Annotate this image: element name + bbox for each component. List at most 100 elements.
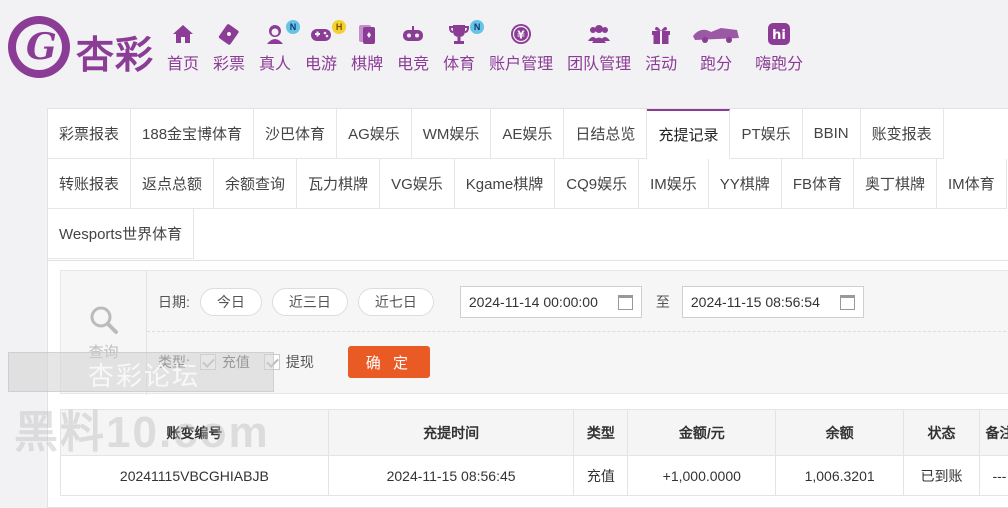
nav-item-account[interactable]: ¥ 账户管理 bbox=[482, 22, 560, 76]
type-withdraw-label: 提现 bbox=[286, 352, 314, 372]
nav-item-esports[interactable]: 电竞 bbox=[390, 22, 436, 76]
end-date-input[interactable]: 2024-11-15 08:56:54 bbox=[682, 286, 864, 318]
nav-item-live[interactable]: N 真人 bbox=[252, 22, 298, 76]
cell-time: 2024-11-15 08:56:45 bbox=[328, 456, 574, 496]
tab-pt-casino[interactable]: PT娱乐 bbox=[730, 109, 802, 159]
query-button[interactable]: 查询 bbox=[61, 271, 147, 395]
site-logo[interactable]: G 杏彩 bbox=[8, 16, 168, 78]
confirm-button[interactable]: 确 定 bbox=[348, 346, 430, 378]
nav-item-activity[interactable]: 活动 bbox=[638, 22, 684, 76]
col-balance: 余额 bbox=[776, 410, 904, 456]
nav-item-home[interactable]: 首页 bbox=[160, 22, 206, 76]
range-7days-button[interactable]: 近七日 bbox=[358, 288, 434, 316]
nav-item-hi-paofen[interactable]: hi 嗨跑分 bbox=[748, 22, 810, 76]
type-deposit-label: 充值 bbox=[222, 352, 250, 372]
gamepad-icon bbox=[309, 22, 333, 46]
nav-item-team[interactable]: 团队管理 bbox=[560, 22, 638, 76]
home-icon bbox=[171, 22, 195, 46]
to-label: 至 bbox=[656, 292, 670, 312]
nav-label: 电游 bbox=[305, 50, 337, 74]
col-amount: 金额/元 bbox=[628, 410, 776, 456]
checkbox-icon bbox=[264, 354, 280, 370]
calendar-icon[interactable] bbox=[618, 295, 633, 310]
nav-item-racing[interactable]: 跑分 bbox=[684, 22, 748, 76]
tab-ae-casino[interactable]: AE娱乐 bbox=[491, 109, 564, 159]
nav-label: 嗨跑分 bbox=[755, 50, 803, 74]
cell-balance: 1,006.3201 bbox=[776, 456, 904, 496]
tab-account-change-report[interactable]: 账变报表 bbox=[861, 109, 944, 159]
top-bar: G 杏彩 首页 彩票 N 真人 H 电游 bbox=[0, 0, 1008, 90]
tab-deposit-withdraw-records[interactable]: 充提记录 bbox=[647, 109, 730, 159]
tab-balance-query[interactable]: 余额查询 bbox=[214, 159, 297, 209]
range-3days-button[interactable]: 近三日 bbox=[272, 288, 348, 316]
nav-label: 真人 bbox=[259, 50, 291, 74]
tab-row-1: 彩票报表 188金宝博体育 沙巴体育 AG娱乐 WM娱乐 AE娱乐 日结总览 充… bbox=[48, 109, 944, 159]
tab-saba-sports[interactable]: 沙巴体育 bbox=[254, 109, 337, 159]
tab-im-sports[interactable]: IM体育 bbox=[937, 159, 1007, 209]
tab-lottery-report[interactable]: 彩票报表 bbox=[48, 109, 131, 159]
nav-item-lottery[interactable]: 彩票 bbox=[206, 22, 252, 76]
date-label: 日期: bbox=[158, 292, 190, 312]
tab-row-2: 转账报表 返点总额 余额查询 瓦力棋牌 VG娱乐 Kgame棋牌 CQ9娱乐 I… bbox=[48, 159, 1007, 209]
records-table: 账变编号 充提时间 类型 金额/元 余额 状态 备注 20241115VBCGH… bbox=[60, 409, 1008, 496]
tab-fb-sports[interactable]: FB体育 bbox=[782, 159, 854, 209]
tab-daily-overview[interactable]: 日结总览 bbox=[564, 109, 647, 159]
team-icon bbox=[587, 22, 611, 46]
cell-type: 充值 bbox=[574, 456, 628, 496]
cards-icon bbox=[355, 22, 379, 46]
nav-item-chess[interactable]: 棋牌 bbox=[344, 22, 390, 76]
nav-label: 体育 bbox=[443, 50, 475, 74]
tab-kgame-chess[interactable]: Kgame棋牌 bbox=[455, 159, 556, 209]
tab-188bet-sports[interactable]: 188金宝博体育 bbox=[131, 109, 254, 159]
tab-transfer-report[interactable]: 转账报表 bbox=[48, 159, 131, 209]
type-withdraw-checkbox[interactable]: 提现 bbox=[264, 352, 314, 372]
search-icon bbox=[89, 305, 119, 335]
cell-status: 已到账 bbox=[904, 456, 980, 496]
nav-item-egames[interactable]: H 电游 bbox=[298, 22, 344, 76]
trophy-icon bbox=[447, 22, 471, 46]
col-status: 状态 bbox=[904, 410, 980, 456]
calendar-icon[interactable] bbox=[840, 295, 855, 310]
cell-remark: --- bbox=[979, 456, 1008, 496]
table-header-row: 账变编号 充提时间 类型 金额/元 余额 状态 备注 bbox=[61, 410, 1008, 456]
racing-icon bbox=[691, 22, 741, 46]
nav-label: 跑分 bbox=[700, 50, 732, 74]
table-row: 20241115VBCGHIABJB 2024-11-15 08:56:45 充… bbox=[61, 456, 1008, 496]
tab-odin-chess[interactable]: 奥丁棋牌 bbox=[854, 159, 937, 209]
tab-wali-chess[interactable]: 瓦力棋牌 bbox=[297, 159, 380, 209]
nav-item-sports[interactable]: N 体育 bbox=[436, 22, 482, 76]
nav-label: 棋牌 bbox=[351, 50, 383, 74]
filter-bar: 查询 日期: 今日 近三日 近七日 2024-11-14 00:00:00 至 … bbox=[60, 270, 1008, 394]
live-dealer-icon bbox=[263, 22, 287, 46]
yen-coin-icon: ¥ bbox=[509, 22, 533, 46]
cell-amount: +1,000.0000 bbox=[628, 456, 776, 496]
type-deposit-checkbox[interactable]: 充值 bbox=[200, 352, 250, 372]
date-row: 日期: 今日 近三日 近七日 2024-11-14 00:00:00 至 202… bbox=[158, 285, 864, 319]
hi-app-icon: hi bbox=[767, 22, 791, 46]
nav-label: 团队管理 bbox=[567, 50, 631, 74]
tab-wm-casino[interactable]: WM娱乐 bbox=[412, 109, 492, 159]
tab-wesports[interactable]: Wesports世界体育 bbox=[48, 209, 194, 259]
tab-vg-casino[interactable]: VG娱乐 bbox=[380, 159, 455, 209]
tab-cq9-casino[interactable]: CQ9娱乐 bbox=[555, 159, 639, 209]
query-label: 查询 bbox=[88, 341, 118, 362]
tab-bbin[interactable]: BBIN bbox=[803, 109, 861, 159]
nav-label: 彩票 bbox=[213, 50, 245, 74]
checkbox-icon bbox=[200, 354, 216, 370]
svg-text:¥: ¥ bbox=[517, 29, 525, 42]
tab-rebate-total[interactable]: 返点总额 bbox=[131, 159, 214, 209]
range-today-button[interactable]: 今日 bbox=[200, 288, 262, 316]
gift-icon bbox=[649, 22, 673, 46]
tab-im-casino[interactable]: IM娱乐 bbox=[639, 159, 709, 209]
tab-row-3: Wesports世界体育 bbox=[48, 209, 194, 259]
nav-label: 活动 bbox=[645, 50, 677, 74]
nav-label: 首页 bbox=[167, 50, 199, 74]
type-row: 类型: 充值 提现 确 定 bbox=[158, 345, 430, 379]
tab-ag-casino[interactable]: AG娱乐 bbox=[337, 109, 412, 159]
col-type: 类型 bbox=[574, 410, 628, 456]
logo-text: 杏彩 bbox=[76, 24, 154, 79]
logo-letter: G bbox=[26, 26, 57, 68]
tab-yy-chess[interactable]: YY棋牌 bbox=[709, 159, 782, 209]
lottery-ticket-icon bbox=[217, 22, 241, 46]
start-date-input[interactable]: 2024-11-14 00:00:00 bbox=[460, 286, 642, 318]
